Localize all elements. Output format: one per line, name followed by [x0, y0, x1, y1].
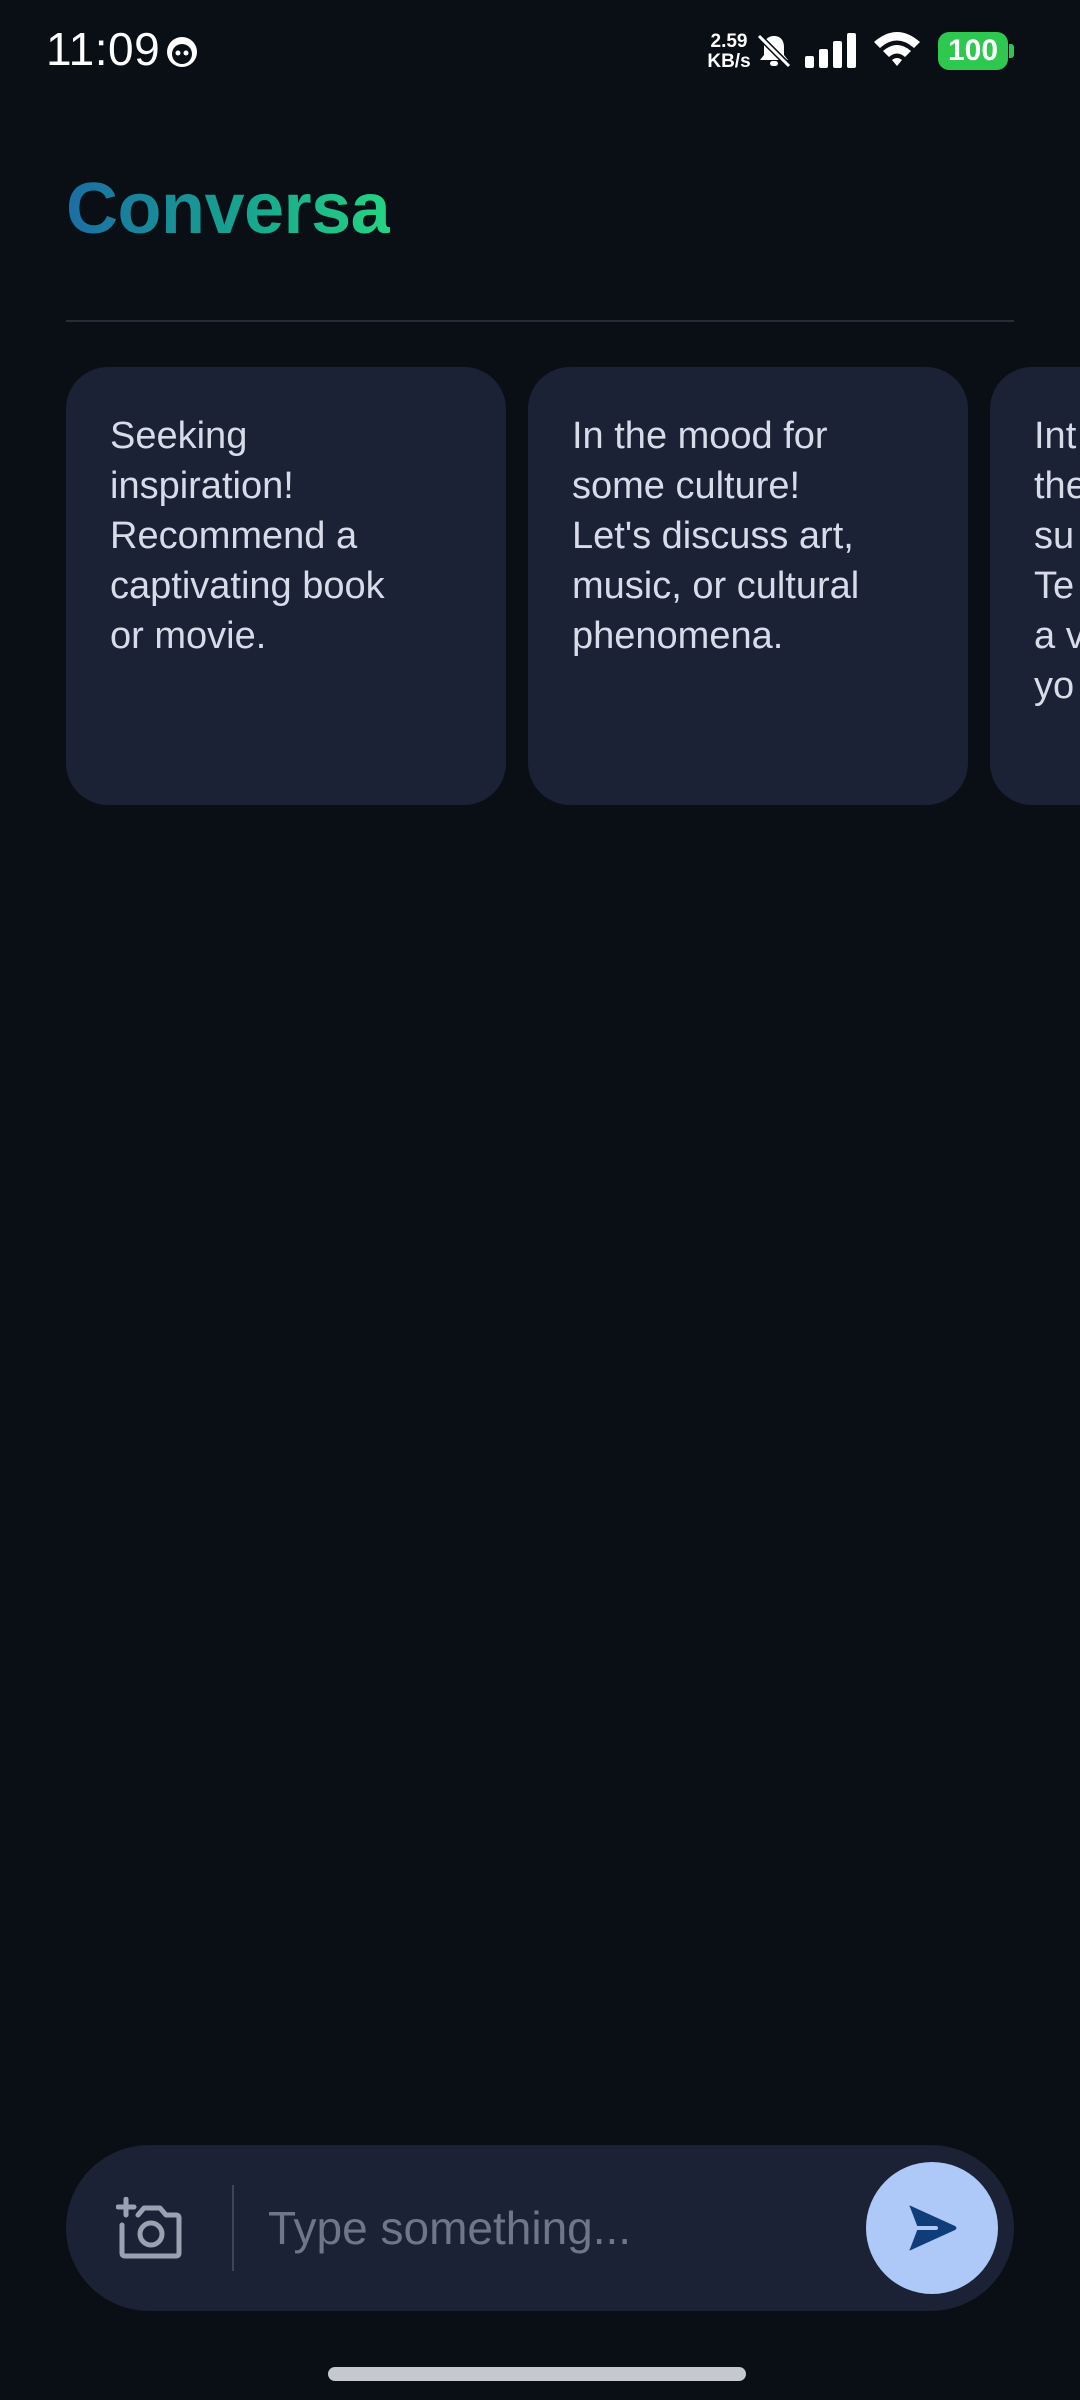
header-divider: [66, 320, 1014, 322]
suggestion-card[interactable]: In the mood for some culture! Let's disc…: [528, 367, 968, 805]
add-photo-camera-icon[interactable]: [116, 2197, 182, 2259]
home-indicator[interactable]: [328, 2367, 746, 2381]
network-speed-unit: KB/s: [707, 51, 751, 72]
battery-tip: [1009, 44, 1014, 58]
message-composer: [66, 2145, 1014, 2311]
suggestion-card-text: Seeking inspiration! Recommend a captiva…: [110, 415, 385, 657]
suggestion-carousel[interactable]: Seeking inspiration! Recommend a captiva…: [66, 367, 1080, 807]
battery-indicator: 100: [938, 32, 1008, 70]
network-speed-value: 2.59: [710, 31, 748, 52]
composer-divider: [232, 2185, 234, 2271]
send-icon: [909, 2205, 957, 2251]
wifi-icon: [874, 32, 920, 66]
suggestion-card-text: In the mood for some culture! Let's disc…: [572, 415, 860, 657]
chat-home-screen: 11:09 2.59 KB/s 100 Conversa Seeking ins…: [0, 0, 1080, 2400]
cellular-signal-icon: [805, 33, 856, 68]
suggestion-card-text: Int the su Te a v yo: [1034, 415, 1080, 707]
suggestion-card[interactable]: Seeking inspiration! Recommend a captiva…: [66, 367, 506, 805]
status-bar: 11:09 2.59 KB/s 100: [0, 0, 1080, 100]
bell-muted-icon: [756, 33, 792, 69]
network-speed: 2.59 KB/s: [704, 32, 754, 72]
app-title: Conversa: [66, 169, 391, 249]
status-time: 11:09: [46, 23, 161, 75]
notification-app-icon: [167, 37, 197, 67]
suggestion-card[interactable]: Int the su Te a v yo: [990, 367, 1080, 805]
send-button[interactable]: [866, 2162, 998, 2294]
message-input[interactable]: [268, 2185, 908, 2271]
